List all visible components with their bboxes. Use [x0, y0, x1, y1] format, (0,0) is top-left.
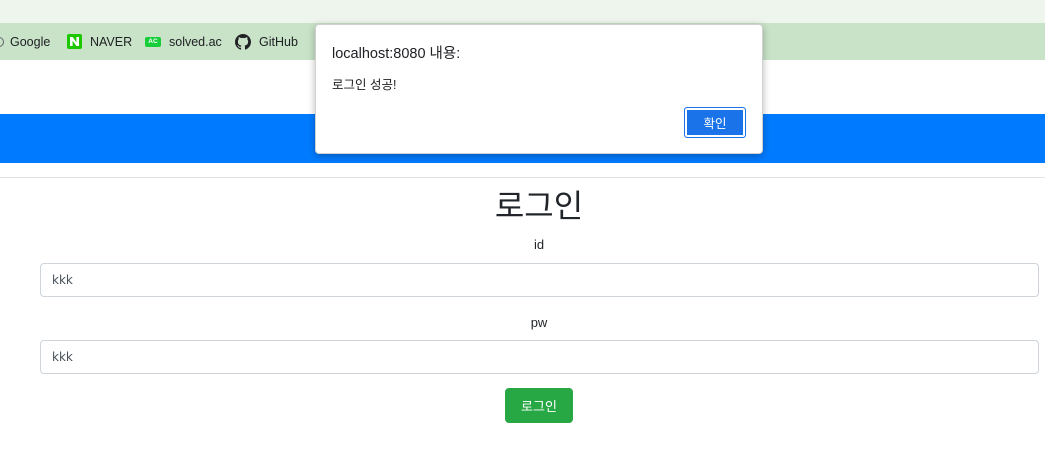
bookmark-label: solved.ac — [169, 34, 222, 49]
bookmark-label: NAVER — [90, 34, 133, 49]
solved-ac-icon: AC — [145, 36, 161, 47]
bookmark-google[interactable]: Google — [0, 23, 50, 60]
bookmark-github[interactable]: GitHub — [235, 23, 298, 60]
id-label: id — [533, 237, 545, 252]
login-button[interactable]: 로그인 — [505, 388, 573, 423]
pw-label: pw — [530, 315, 548, 330]
alert-message: 로그인 성공! — [332, 78, 397, 92]
naver-icon — [67, 34, 82, 49]
browser-top-strip — [0, 0, 1045, 23]
id-input[interactable] — [40, 263, 1039, 297]
alert-dialog: localhost:8080 내용: 로그인 성공! 확인 — [315, 24, 763, 154]
alert-title: localhost:8080 내용: — [332, 46, 461, 62]
bookmark-label: GitHub — [259, 34, 298, 49]
bookmark-solved-ac[interactable]: AC solved.ac — [145, 23, 222, 60]
page-title: 로그인 — [494, 188, 584, 224]
bookmark-label: Google — [10, 34, 51, 49]
alert-ok-button[interactable]: 확인 — [684, 107, 746, 138]
divider — [0, 177, 1045, 178]
bookmark-naver[interactable]: NAVER — [67, 23, 132, 60]
github-icon — [235, 33, 251, 50]
google-icon — [0, 36, 4, 47]
pw-input[interactable] — [40, 340, 1039, 374]
